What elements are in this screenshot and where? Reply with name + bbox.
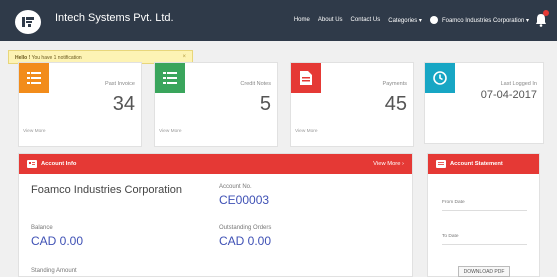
card-label: Payments — [382, 81, 407, 87]
view-more-link[interactable]: View More — [23, 129, 46, 134]
company-logo[interactable] — [15, 10, 41, 34]
user-name: Foamco Industries Corporation ▾ — [441, 17, 529, 24]
notification-badge — [543, 10, 549, 16]
account-info-panel: Account Info View More › Foamco Industri… — [18, 153, 413, 277]
balance-label: Balance — [31, 225, 53, 231]
company-name: Foamco Industries Corporation — [31, 184, 183, 196]
nav-contact-us[interactable]: Contact Us — [351, 17, 381, 23]
from-date-label: From Date — [442, 200, 465, 205]
past-invoice-card: Past Invoice 34 View More — [18, 62, 142, 147]
standing-amount-label: Standing Amount — [31, 268, 77, 274]
view-more-link[interactable]: View More › — [373, 161, 404, 167]
download-pdf-button[interactable]: DOWNLOAD PDF — [458, 266, 510, 277]
main-nav: Home About Us Contact Us Categories ▾ Fo… — [294, 15, 529, 25]
outstanding-value: CAD 0.00 — [219, 234, 272, 248]
account-no-label: Account No. — [219, 184, 252, 190]
account-statement-title: Account Statement — [450, 161, 503, 167]
document-icon — [291, 63, 321, 93]
account-info-header: Account Info View More › — [19, 154, 412, 174]
notification-bell[interactable] — [535, 10, 549, 28]
user-menu[interactable]: Foamco Industries Corporation ▾ — [429, 16, 529, 24]
id-card-icon — [27, 160, 37, 168]
notification-greeting: Hello ! — [15, 55, 31, 61]
brand-name: Intech Systems Pvt. Ltd. — [55, 12, 174, 24]
card-label: Credit Notes — [240, 81, 271, 87]
top-navbar: Intech Systems Pvt. Ltd. Home About Us C… — [0, 0, 557, 41]
card-value: 34 — [112, 93, 135, 115]
last-logged-card: Last Logged In 07-04-2017 — [424, 62, 544, 144]
list-icon — [155, 63, 185, 93]
view-more-link[interactable]: View More — [295, 129, 318, 134]
to-date-input[interactable] — [442, 244, 527, 245]
outstanding-label: Outstanding Orders — [219, 225, 272, 231]
statement-icon — [436, 160, 446, 168]
from-date-input[interactable] — [442, 210, 527, 211]
credit-notes-card: Credit Notes 5 View More — [154, 62, 278, 147]
last-logged-label: Last Logged In — [500, 81, 537, 87]
nav-about-us[interactable]: About Us — [318, 17, 343, 23]
nav-categories[interactable]: Categories ▾ — [388, 17, 422, 24]
close-icon[interactable]: × — [182, 54, 186, 60]
to-date-label: To Date — [442, 234, 459, 239]
account-info-title: Account Info — [41, 161, 77, 167]
account-no-value: CE00003 — [219, 193, 270, 207]
payments-card: Payments 45 View More — [290, 62, 414, 147]
balance-value: CAD 0.00 — [31, 234, 84, 248]
list-icon — [19, 63, 49, 93]
user-avatar-icon — [429, 16, 438, 24]
nav-home[interactable]: Home — [294, 17, 310, 23]
account-statement-panel: Account Statement From Date To Date DOWN… — [427, 153, 540, 277]
notification-text: You have 1 notification — [30, 55, 82, 61]
last-logged-date: 07-04-2017 — [480, 89, 537, 101]
account-statement-header: Account Statement — [428, 154, 539, 174]
logo-mark-icon — [22, 17, 34, 27]
card-value: 45 — [384, 93, 407, 115]
clock-icon — [425, 63, 455, 93]
card-value: 5 — [259, 93, 271, 115]
view-more-link[interactable]: View More — [159, 129, 182, 134]
card-label: Past Invoice — [105, 81, 135, 87]
